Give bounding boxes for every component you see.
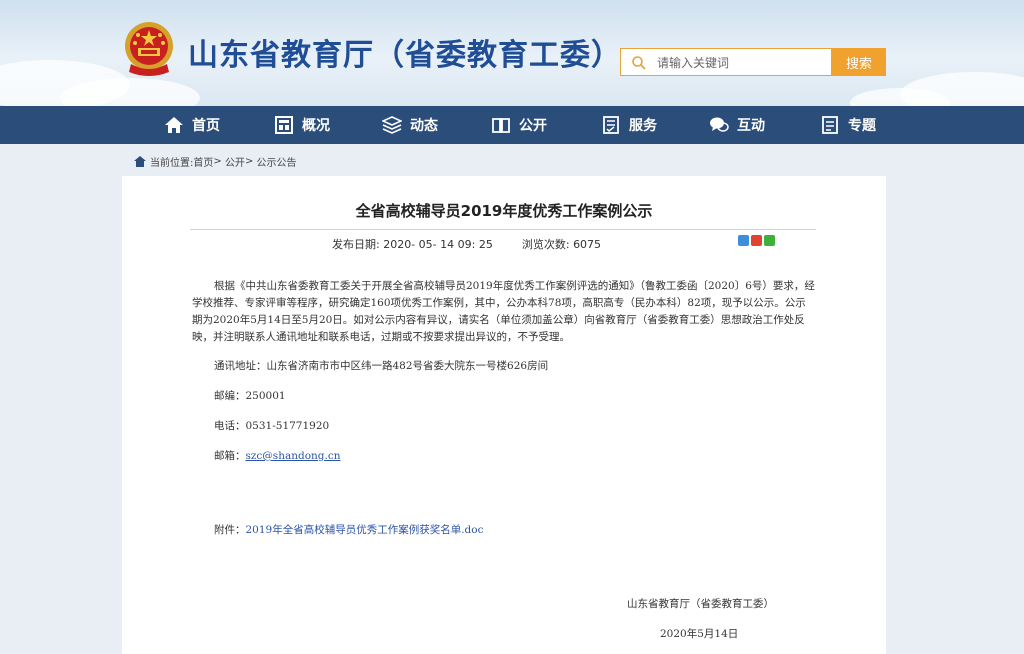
breadcrumb-separator: > — [244, 156, 257, 167]
address-label: 通讯地址： — [214, 360, 267, 372]
date-value: 2020- 05- 14 09: 25 — [383, 238, 493, 251]
wechat-share-icon[interactable] — [764, 235, 775, 246]
nav-item-news[interactable]: 动态 — [382, 106, 438, 144]
postcode-line: 邮编：250001 — [214, 388, 286, 403]
book-icon — [492, 118, 510, 133]
main-nav: 首页 概况 动态 公开 服务 互动 专题 — [0, 106, 1024, 144]
breadcrumb: 当前位置: 首页 > 公开 > 公示公告 — [134, 154, 297, 169]
search-input[interactable] — [655, 52, 829, 74]
nav-item-label: 公开 — [519, 118, 547, 134]
nav-item-label: 动态 — [410, 118, 438, 134]
document-icon — [822, 116, 838, 134]
nav-item-service[interactable]: 服务 — [601, 106, 657, 144]
attachment-line: 附件：2019年全省高校辅导员优秀工作案例获奖名单.doc — [214, 522, 483, 537]
article-paragraph: 根据《中共山东省委教育工委关于开展全省高校辅导员2019年度优秀工作案例评选的通… — [192, 280, 815, 343]
address-value: 山东省济南市市中区纬一路482号省委大院东一号楼626房间 — [266, 360, 549, 372]
chat-icon — [710, 117, 729, 132]
signature-date: 2020年5月14日 — [660, 628, 739, 640]
qzone-share-icon[interactable] — [738, 235, 749, 246]
site-title: 山东省教育厅（省委教育工委） — [188, 38, 622, 73]
weibo-share-icon[interactable] — [751, 235, 762, 246]
search-box[interactable] — [620, 48, 832, 76]
nav-item-public[interactable]: 公开 — [491, 106, 547, 144]
email-line: 邮箱：szc@shandong.cn — [214, 448, 340, 463]
nav-item-overview[interactable]: 概况 — [274, 106, 330, 144]
postcode-label: 邮编： — [214, 390, 246, 402]
email-label: 邮箱： — [214, 450, 246, 462]
article-title: 全省高校辅导员2019年度优秀工作案例公示 — [355, 202, 653, 220]
nav-item-label: 服务 — [629, 118, 657, 134]
site-header: 山东省教育厅（省委教育工委） 搜索 — [0, 0, 1024, 106]
search-button[interactable]: 搜索 — [832, 48, 886, 76]
article-panel: 全省高校辅导员2019年度优秀工作案例公示 发布日期: 2020- 05- 14… — [122, 176, 886, 654]
national-emblem-icon — [125, 22, 173, 76]
nav-item-interact[interactable]: 互动 — [709, 106, 765, 144]
nav-item-label: 专题 — [848, 118, 876, 134]
nav-item-label: 首页 — [192, 118, 220, 134]
breadcrumb-link-home[interactable]: 首页 — [193, 154, 213, 169]
date-label: 发布日期: — [332, 238, 380, 251]
nav-item-label: 概况 — [302, 118, 330, 134]
nav-item-home[interactable]: 首页 — [164, 106, 220, 144]
home-icon — [134, 156, 146, 167]
phone-line: 电话：0531-51771920 — [214, 418, 329, 433]
views-label: 浏览次数: — [521, 238, 570, 251]
signature-org: 山东省教育厅（省委教育工委） — [627, 598, 774, 610]
breadcrumb-link-notices[interactable]: 公示公告 — [257, 154, 297, 169]
postcode-value: 250001 — [245, 390, 286, 402]
breadcrumb-link-public[interactable]: 公开 — [225, 154, 245, 169]
attachment-link[interactable]: 2019年全省高校辅导员优秀工作案例获奖名单.doc — [246, 524, 484, 536]
checklist-icon — [603, 116, 619, 134]
nav-item-topics[interactable]: 专题 — [820, 106, 876, 144]
breadcrumb-prefix: 当前位置: — [150, 158, 194, 169]
search-icon — [632, 56, 646, 70]
stack-icon — [382, 116, 402, 134]
phone-value: 0531-51771920 — [245, 420, 330, 432]
email-link[interactable]: szc@shandong.cn — [246, 450, 341, 462]
share-buttons — [738, 235, 775, 246]
title-divider — [190, 229, 816, 230]
address-line: 通讯地址：山东省济南市市中区纬一路482号省委大院东一号楼626房间 — [214, 358, 548, 373]
breadcrumb-separator: > — [213, 156, 225, 167]
phone-label: 电话： — [214, 420, 246, 432]
article-meta: 发布日期: 2020- 05- 14 09: 25 浏览次数: 6075 — [332, 236, 601, 252]
nav-item-label: 互动 — [737, 118, 765, 134]
building-icon — [275, 116, 293, 134]
attachment-label: 附件： — [214, 524, 246, 536]
home-icon — [165, 117, 183, 133]
views-value: 6075 — [573, 238, 602, 251]
